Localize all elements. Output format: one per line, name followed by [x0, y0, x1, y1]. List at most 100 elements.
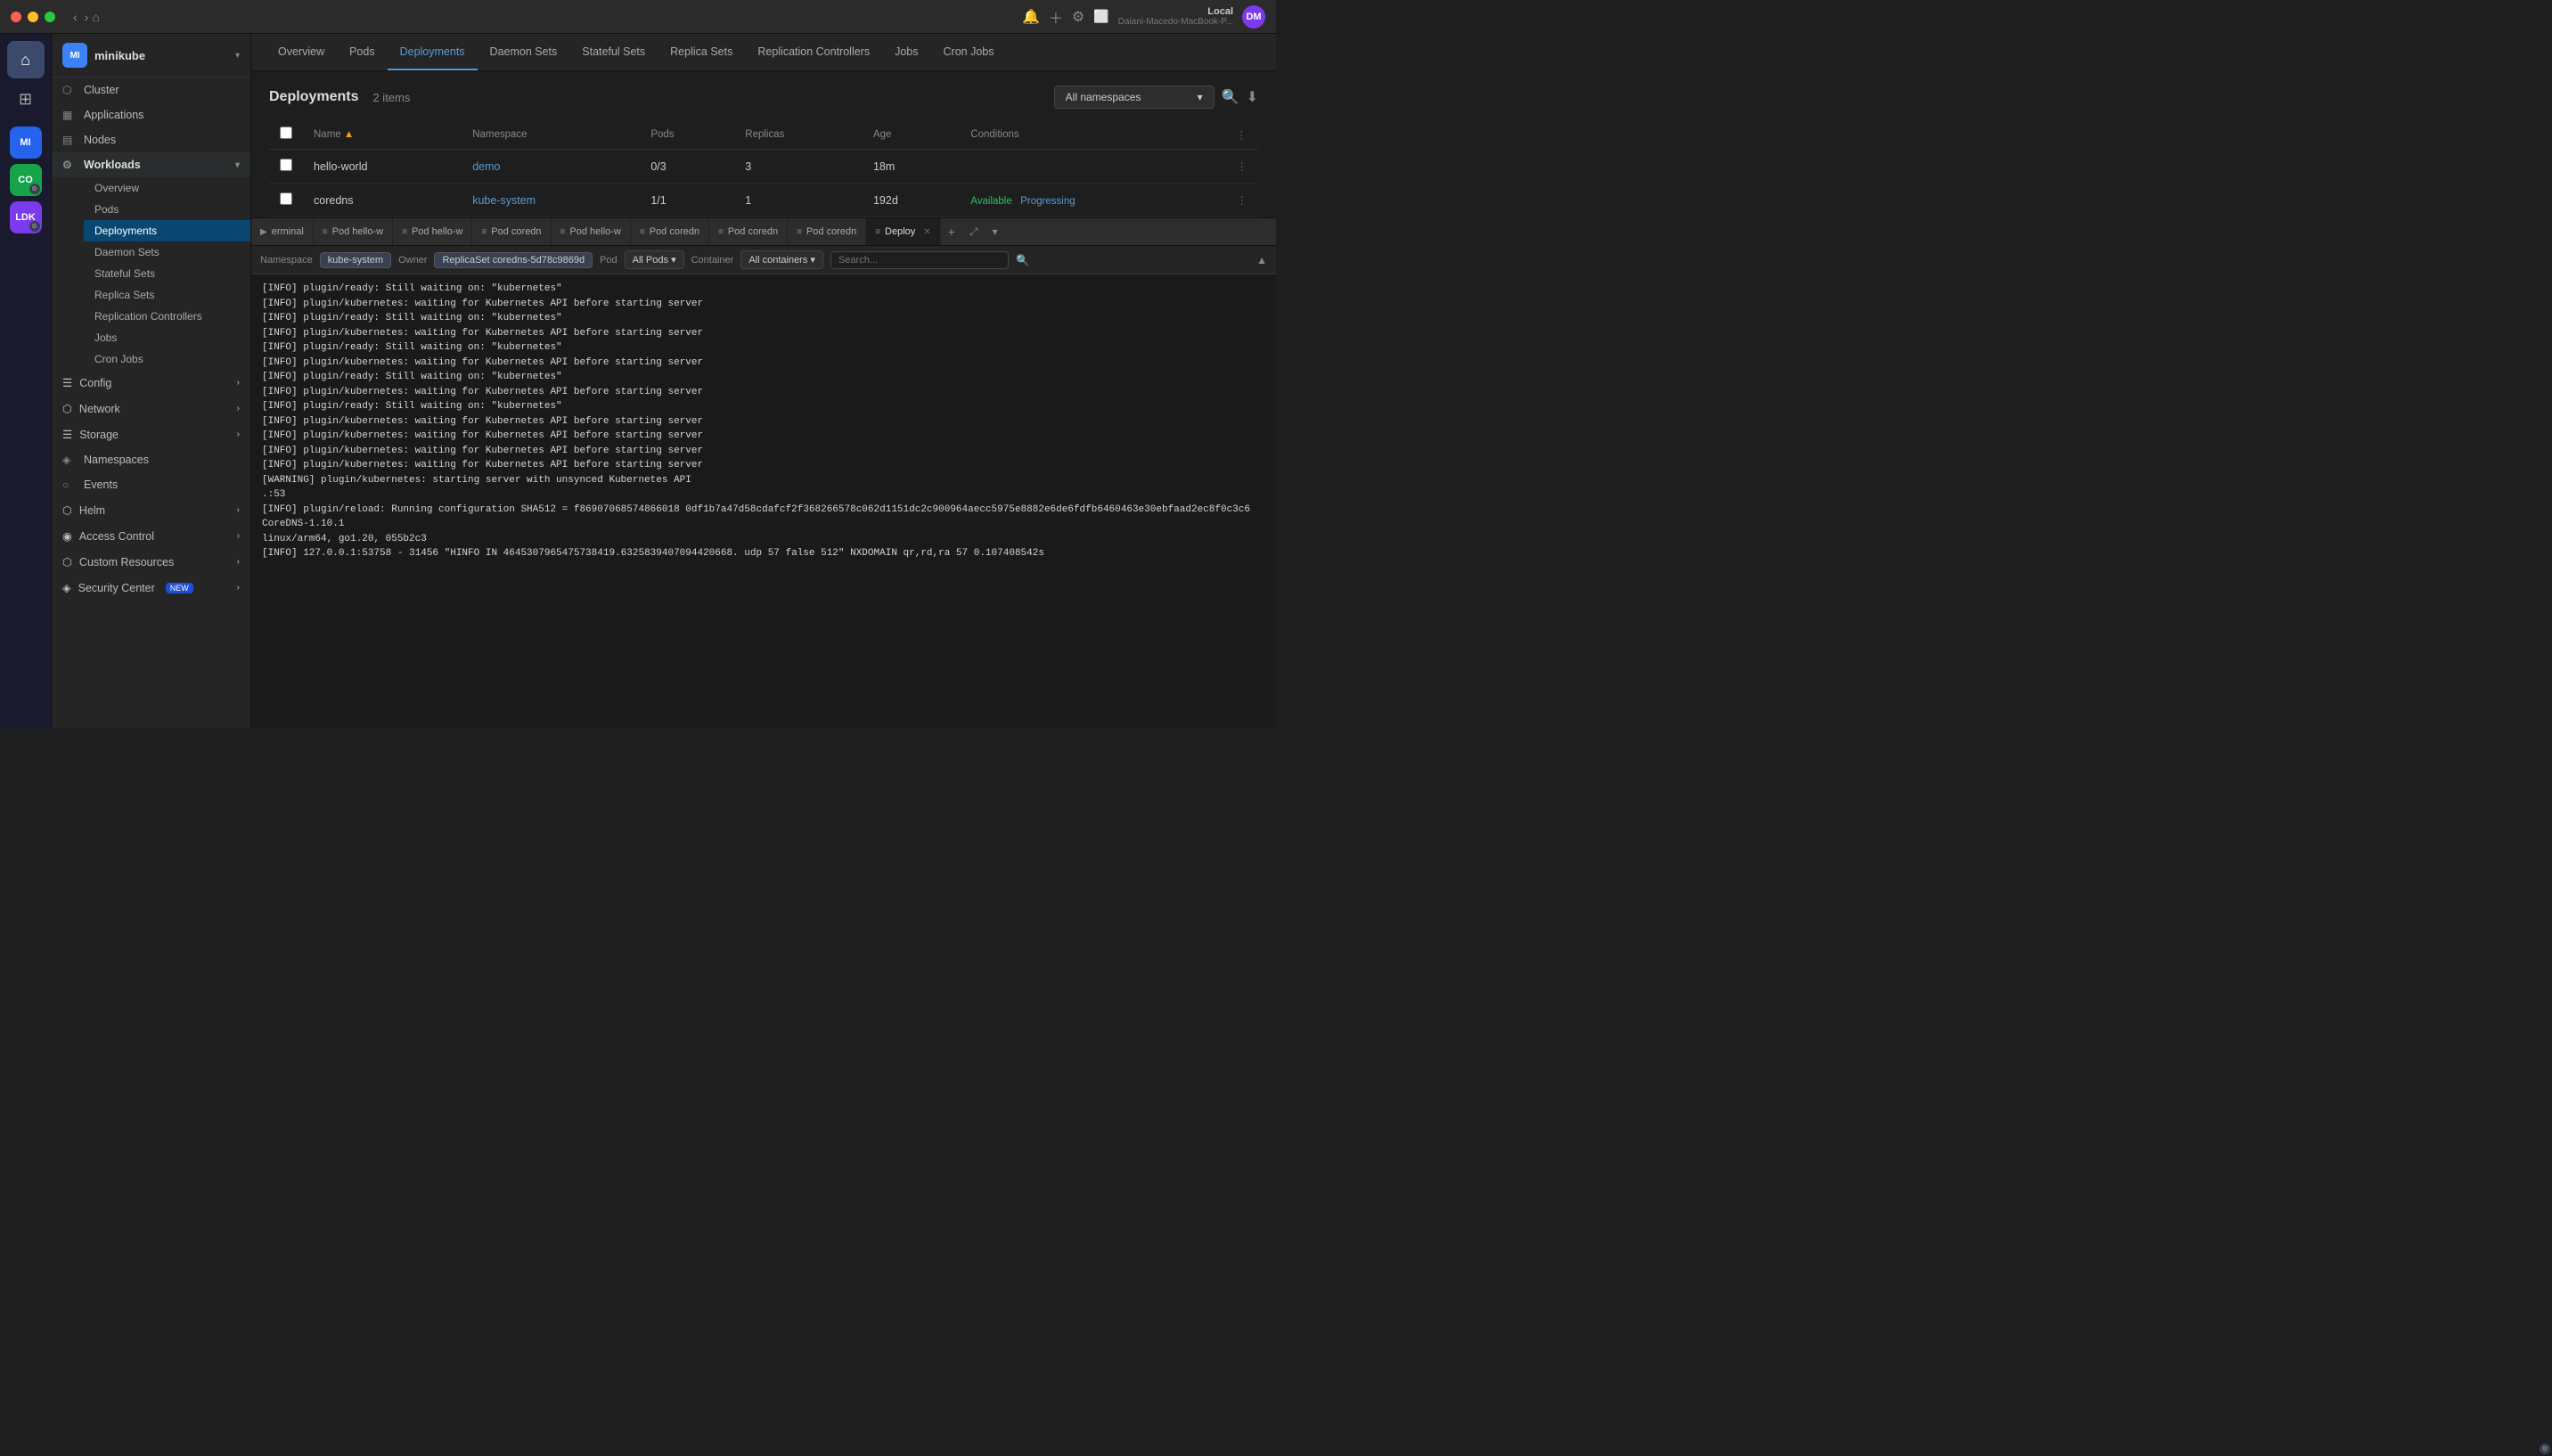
owner-filter-value[interactable]: ReplicaSet coredns-5d78c9869d: [434, 252, 593, 268]
sidebar-item-jobs[interactable]: Jobs: [84, 327, 250, 348]
sidebar-item-access-control[interactable]: ◉ Access Control ›: [52, 523, 250, 549]
terminal-search-icon[interactable]: 🔍: [1016, 254, 1029, 266]
security-center-chevron: ›: [237, 583, 240, 593]
download-button[interactable]: ⬇: [1247, 88, 1258, 106]
home-nav-icon: ⌂: [20, 51, 30, 70]
col-name: Name ▲: [303, 119, 462, 150]
sidebar-item-config[interactable]: ☰ Config ›: [52, 370, 250, 396]
bottom-tab-deployments[interactable]: ≡ Deploy ✕: [866, 218, 940, 245]
sidebar-item-helm[interactable]: ⬡ Helm ›: [52, 497, 250, 523]
tab-daemon-sets[interactable]: Daemon Sets: [478, 34, 570, 70]
pod-filter-select[interactable]: All Pods ▾: [625, 250, 684, 269]
helm-label: Helm: [79, 504, 105, 517]
namespace-filter-value[interactable]: kube-system: [320, 252, 391, 268]
deployments-bottom-tab-close[interactable]: ✕: [923, 227, 930, 237]
pod-coredn-2-label: Pod coredn: [650, 226, 699, 237]
sidebar-item-security-center[interactable]: ◈ Security Center NEW ›: [52, 575, 250, 601]
sidebar-item-namespaces[interactable]: ◈ Namespaces: [52, 447, 250, 472]
bottom-tab-pod-coredn-2[interactable]: ≡ Pod coredn: [631, 218, 709, 245]
back-button[interactable]: ‹: [73, 10, 78, 24]
pod-coredn-1-icon: ≡: [481, 227, 487, 237]
bottom-tab-pod-hello-2[interactable]: ≡ Pod hello-w: [393, 218, 472, 245]
select-all-checkbox[interactable]: [280, 127, 292, 139]
pod-coredn-3-label: Pod coredn: [728, 226, 778, 237]
cluster-mi-button[interactable]: MI ⚙: [10, 127, 42, 159]
sidebar-item-deployments[interactable]: Deployments: [84, 220, 250, 241]
main-content: Overview Pods Deployments Daemon Sets St…: [251, 34, 1276, 728]
local-label: Local: [1118, 6, 1233, 17]
sidebar-item-daemon-sets[interactable]: Daemon Sets: [84, 241, 250, 263]
tab-jobs[interactable]: Jobs: [882, 34, 930, 70]
events-icon: ○: [62, 479, 77, 491]
minimize-window-button[interactable]: [28, 12, 38, 22]
sidebar-item-cluster[interactable]: ⬡ Cluster: [52, 78, 250, 102]
tab-overview[interactable]: Overview: [266, 34, 337, 70]
pod-hello-3-label: Pod hello-w: [569, 226, 620, 237]
row-2-namespace[interactable]: kube-system: [472, 194, 536, 207]
items-count: 2 items: [372, 91, 410, 104]
maximize-window-button[interactable]: [45, 12, 55, 22]
sidebar-item-replication-controllers[interactable]: Replication Controllers: [84, 306, 250, 327]
sidebar-item-events[interactable]: ○ Events: [52, 472, 250, 497]
row-2-options[interactable]: ⋮: [1237, 194, 1248, 207]
cluster-ldk-button[interactable]: LDK ⚙: [10, 201, 42, 233]
custom-resources-icon: ⬡: [62, 555, 72, 568]
bottom-tab-pod-coredn-1[interactable]: ≡ Pod coredn: [472, 218, 551, 245]
row-1-namespace[interactable]: demo: [472, 160, 500, 173]
terminal-content: [INFO] plugin/ready: Still waiting on: "…: [251, 274, 1276, 728]
storage-label: Storage: [79, 429, 119, 441]
namespace-select[interactable]: All namespaces ▾: [1054, 86, 1215, 109]
bottom-tab-pod-coredn-4[interactable]: ≡ Pod coredn: [788, 218, 866, 245]
row-2-checkbox[interactable]: [280, 192, 292, 205]
bottom-tab-terminal[interactable]: ▶ erminal: [251, 218, 314, 245]
titlebar-info: Local Daiani-Macedo-MacBook-P...: [1118, 6, 1233, 27]
collapse-panel-button[interactable]: ▾: [985, 225, 1004, 238]
terminal-search-input[interactable]: [830, 251, 1009, 269]
sidebar-header[interactable]: MI minikube ▾: [52, 34, 250, 78]
bottom-tab-pod-hello-3[interactable]: ≡ Pod hello-w: [552, 218, 631, 245]
storage-icon: ☰: [62, 428, 72, 441]
sidebar-item-replica-sets[interactable]: Replica Sets: [84, 284, 250, 306]
sidebar-item-storage[interactable]: ☰ Storage ›: [52, 421, 250, 447]
close-window-button[interactable]: [11, 12, 21, 22]
row-1-age: 18m: [863, 150, 960, 184]
sidebar-item-overview[interactable]: Overview: [84, 177, 250, 199]
container-filter-select[interactable]: All containers ▾: [740, 250, 823, 269]
layers-nav-button[interactable]: ⊞: [7, 80, 45, 118]
badge-progressing: Progressing: [1020, 196, 1075, 207]
tab-replication-controllers[interactable]: Replication Controllers: [745, 34, 882, 70]
access-control-chevron: ›: [237, 531, 240, 541]
sidebar-item-nodes[interactable]: ▤ Nodes: [52, 127, 250, 152]
cluster-co-button[interactable]: CO ⚙: [10, 164, 42, 196]
tab-deployments[interactable]: Deployments: [388, 34, 478, 70]
row-1-checkbox[interactable]: [280, 159, 292, 171]
sidebar-item-pods[interactable]: Pods: [84, 199, 250, 220]
bottom-tab-pod-coredn-3[interactable]: ≡ Pod coredn: [709, 218, 788, 245]
terminal-line: [INFO] plugin/kubernetes: waiting for Ku…: [262, 458, 1265, 473]
collapse-terminal-button[interactable]: ▲: [1256, 254, 1267, 266]
tab-stateful-sets[interactable]: Stateful Sets: [569, 34, 658, 70]
home-nav-button[interactable]: ⌂: [7, 41, 45, 78]
bottom-tab-pod-hello-1[interactable]: ≡ Pod hello-w: [314, 218, 393, 245]
tab-replica-sets[interactable]: Replica Sets: [658, 34, 745, 70]
row-1-options[interactable]: ⋮: [1237, 160, 1248, 173]
search-button[interactable]: 🔍: [1222, 88, 1239, 106]
expand-panel-button[interactable]: ⤢: [962, 225, 986, 239]
badge-available: Available: [970, 196, 1011, 207]
sidebar-item-applications[interactable]: ▦ Applications: [52, 102, 250, 127]
sidebar-item-cron-jobs[interactable]: Cron Jobs: [84, 348, 250, 370]
pod-coredn-3-icon: ≡: [718, 227, 724, 237]
avatar[interactable]: DM: [1242, 5, 1265, 29]
events-label: Events: [84, 479, 118, 491]
forward-button[interactable]: ›: [85, 10, 89, 24]
deployments-bottom-tab-label: Deploy: [885, 226, 915, 237]
add-tab-button[interactable]: +: [941, 225, 962, 239]
sidebar-item-workloads[interactable]: ⚙ Workloads ▾: [52, 152, 250, 177]
sidebar-item-custom-resources[interactable]: ⬡ Custom Resources ›: [52, 549, 250, 575]
pod-hello-2-label: Pod hello-w: [412, 226, 462, 237]
table-options-icon[interactable]: ⋮: [1237, 130, 1247, 141]
sidebar-item-network[interactable]: ⬡ Network ›: [52, 396, 250, 421]
tab-pods[interactable]: Pods: [337, 34, 388, 70]
sidebar-item-stateful-sets[interactable]: Stateful Sets: [84, 263, 250, 284]
tab-cron-jobs[interactable]: Cron Jobs: [931, 34, 1007, 70]
